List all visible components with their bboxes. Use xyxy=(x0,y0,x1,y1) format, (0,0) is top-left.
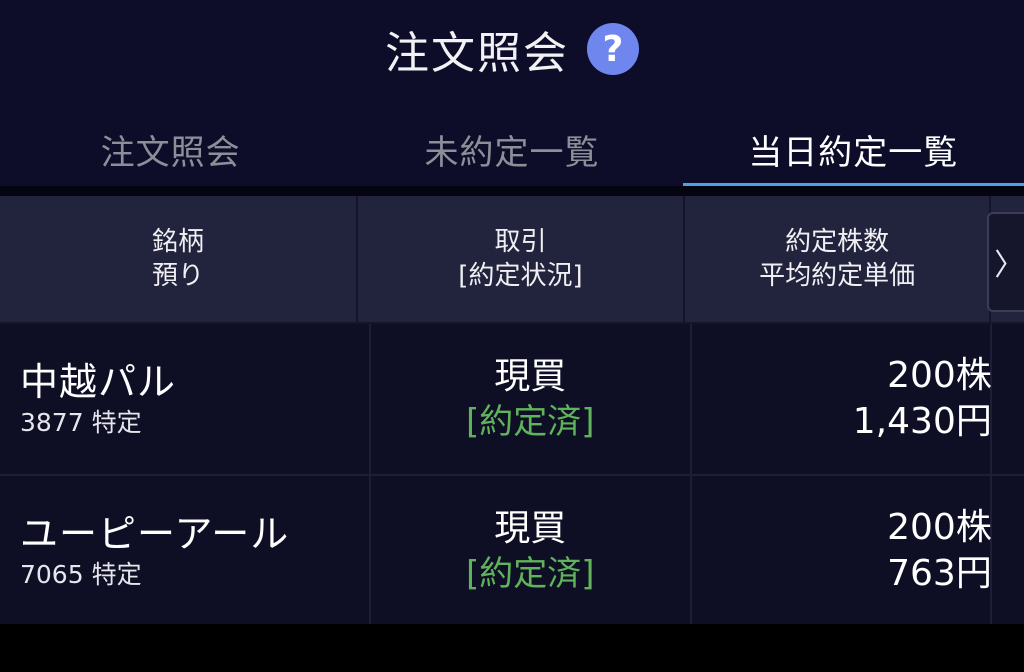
page-title: 注文照会 xyxy=(385,28,569,79)
tab-label: 注文照会 xyxy=(100,132,241,173)
column-header-quantity: 約定株数 平均約定単価 xyxy=(685,196,992,322)
column-header-stock: 銘柄 預り xyxy=(0,196,358,322)
tab-bar: 注文照会 未約定一覧 当日約定一覧 xyxy=(0,110,1024,188)
scroll-right-button[interactable]: 〉 xyxy=(987,212,1024,312)
executions-table: 銘柄 預り 取引 [約定状況] 約定株数 平均約定単価 〉 中越パル 3877 … xyxy=(0,196,1024,628)
scroll-cell: 〉 xyxy=(987,196,1024,322)
average-price: 763円 xyxy=(887,553,992,594)
help-icon[interactable]: ? xyxy=(587,23,639,75)
trade-type: 現買 xyxy=(494,356,567,397)
quantity-cell: 200株 763円 xyxy=(692,476,992,626)
column-header-trade: 取引 [約定状況] xyxy=(358,196,685,322)
tab-label: 未約定一覧 xyxy=(424,132,600,173)
column-header-line1: 約定株数 xyxy=(785,227,890,257)
stock-code-account: 3877 特定 xyxy=(20,408,142,437)
row-spacer xyxy=(992,324,1024,474)
empty-area xyxy=(0,624,1024,672)
tab-unexecuted-list[interactable]: 未約定一覧 xyxy=(341,110,682,188)
column-header-line2: [約定状況] xyxy=(458,261,583,291)
table-row[interactable]: 中越パル 3877 特定 現買 [約定済] 200株 1,430円 xyxy=(0,324,1024,476)
execution-status: [約定済] xyxy=(465,402,595,442)
column-header-line2: 預り xyxy=(151,261,204,291)
chevron-right-icon: 〉 xyxy=(994,248,1024,283)
order-inquiry-screen: 注文照会 ? 注文照会 未約定一覧 当日約定一覧 銘柄 預り 取引 [約定状況]… xyxy=(0,0,1024,672)
table-row[interactable]: ユーピーアール 7065 特定 現買 [約定済] 200株 763円 xyxy=(0,476,1024,628)
column-header-line2: 平均約定単価 xyxy=(759,261,916,291)
tab-today-executed-list[interactable]: 当日約定一覧 xyxy=(682,110,1024,188)
column-header-line1: 取引 xyxy=(494,227,547,257)
execution-status: [約定済] xyxy=(465,554,595,594)
title-row: 注文照会 ? xyxy=(0,14,1024,84)
quantity-cell: 200株 1,430円 xyxy=(692,324,992,474)
divider xyxy=(0,186,1024,196)
column-header-line1: 銘柄 xyxy=(151,227,204,257)
average-price: 1,430円 xyxy=(852,401,992,442)
stock-name: ユーピーアール xyxy=(20,512,290,556)
row-spacer xyxy=(992,476,1024,626)
executed-quantity: 200株 xyxy=(887,507,992,548)
tab-order-inquiry[interactable]: 注文照会 xyxy=(0,110,341,188)
trade-type: 現買 xyxy=(494,508,567,549)
stock-cell: ユーピーアール 7065 特定 xyxy=(0,476,371,626)
stock-cell: 中越パル 3877 特定 xyxy=(0,324,371,474)
tab-label: 当日約定一覧 xyxy=(748,132,959,173)
header: 注文照会 ? 注文照会 未約定一覧 当日約定一覧 xyxy=(0,0,1024,188)
trade-cell: 現買 [約定済] xyxy=(371,476,692,626)
stock-name: 中越パル xyxy=(20,360,177,404)
table-body: 中越パル 3877 特定 現買 [約定済] 200株 1,430円 ユーピーアー… xyxy=(0,324,1024,628)
table-header: 銘柄 預り 取引 [約定状況] 約定株数 平均約定単価 〉 xyxy=(0,196,1024,324)
stock-code-account: 7065 特定 xyxy=(20,560,142,589)
trade-cell: 現買 [約定済] xyxy=(371,324,692,474)
executed-quantity: 200株 xyxy=(887,355,992,396)
